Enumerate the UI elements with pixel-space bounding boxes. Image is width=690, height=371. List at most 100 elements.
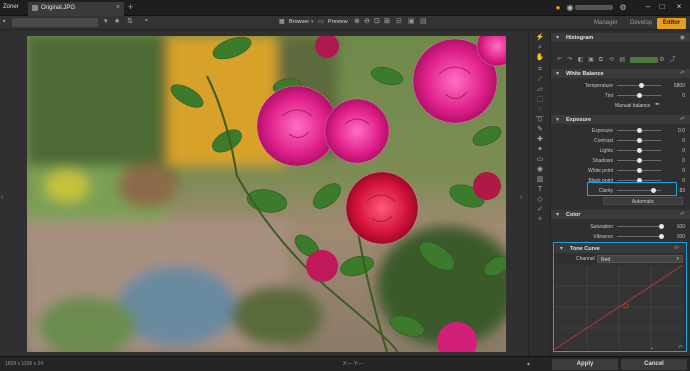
apply-button[interactable]: Apply [552,359,618,370]
reset-icon[interactable]: ⟲ [609,56,618,63]
slider-lights[interactable]: Lights 0 [551,146,690,155]
automatic-button[interactable]: Automatic [603,197,683,205]
curve-reset-icon[interactable]: ↶ [678,344,683,351]
browser-button[interactable]: Browser [289,19,309,25]
preset-icon[interactable]: ▤ [619,56,628,63]
copy-icon[interactable]: ⧉ [599,57,608,64]
split-view-icon[interactable]: ▤ [420,17,427,25]
slider-tint[interactable]: Tint 0 [551,91,690,100]
photo-preview[interactable] [27,36,506,352]
right-panel-toggle-icon[interactable]: › [520,194,522,201]
cancel-button[interactable]: Cancel [621,359,687,370]
chevron-down-icon[interactable]: ▾ [311,19,314,25]
healing-icon[interactable]: ✦ [535,146,545,154]
channel-select[interactable]: Red ▾ [597,255,683,263]
slider-contrast[interactable]: Contrast 0 [551,136,690,145]
selection-icon[interactable]: ⬚ [535,96,545,104]
reset-section-icon[interactable]: ↶ [680,116,685,123]
curve-input-marker[interactable]: ▪ [651,346,653,352]
left-panel-toggle-icon[interactable]: ‹ [1,194,3,201]
slider-thumb[interactable] [636,127,642,133]
new-folder-icon[interactable]: ▪ [145,17,147,24]
filter-icon[interactable]: ▾ [104,17,108,25]
eyedropper-icon[interactable]: ✓ [535,206,545,214]
slider-shadows[interactable]: Shadows 0 [551,156,690,165]
new-tab-icon[interactable]: + [128,2,133,12]
redo-icon[interactable]: ↷ [567,56,576,63]
slider-thumb[interactable] [636,147,642,153]
close-window-icon[interactable]: × [674,2,684,11]
color-header[interactable]: ▾ Color ↶ [551,210,690,219]
lasso-icon[interactable]: ➰ [535,116,545,124]
slider-temperature[interactable]: Temperature 5800 [551,81,690,90]
maximize-icon[interactable]: □ [657,2,667,11]
slider-value[interactable]: 0 [663,93,685,99]
slider-value[interactable]: 0 [663,158,685,164]
slider-thumb[interactable] [636,167,642,173]
reset-section-icon[interactable]: ↶ [680,211,685,218]
histogram-header[interactable]: ▾ Histogram ◉ [551,33,690,42]
tone-curve-graph[interactable] [554,264,684,350]
close-tab-icon[interactable]: × [116,4,120,11]
brush-icon[interactable]: ✎ [535,126,545,134]
presets-toggle[interactable] [629,57,658,63]
zoom-fit-icon[interactable]: ⊡ [374,17,380,25]
zoom-tool-icon[interactable]: ⌕ [535,44,545,52]
tone-curve-svg[interactable] [554,264,684,350]
straighten-icon[interactable]: ⟋ [535,76,545,84]
slider-saturation[interactable]: Saturation 100 [551,222,690,231]
scroll-up-icon[interactable]: ▴ [527,360,530,367]
settings-icon[interactable]: ⚙ [618,3,628,13]
slider-value[interactable]: 100 [663,224,685,230]
slider-value[interactable]: 0 [663,148,685,154]
reset-section-icon[interactable]: ↶ [674,245,679,252]
histogram-options-icon[interactable]: ◉ [680,34,685,41]
perspective-icon[interactable]: ▱ [535,86,545,94]
slider-exposure[interactable]: Exposure 0.0 [551,126,690,135]
undo-icon[interactable]: ↶ [557,56,566,63]
account-name[interactable] [575,5,613,10]
reset-section-icon[interactable]: ↶ [680,70,685,77]
gradient-icon[interactable]: ▥ [535,176,545,184]
slider-track[interactable] [617,236,661,237]
preview-button[interactable]: Preview [328,19,348,25]
mode-editor[interactable]: Editor [657,18,686,29]
ellipse-selection-icon[interactable]: ◌ [535,106,545,114]
lock-icon[interactable]: ⊟ [396,17,402,25]
slider-value[interactable]: 100 [663,234,685,240]
zoom-in-icon[interactable]: ⊕ [354,17,360,25]
slider-thumb[interactable] [636,92,642,98]
hand-tool-icon[interactable]: ✋ [535,54,545,62]
tone-curve-header[interactable]: ▾ Tone Curve ↶ [555,244,685,253]
exposure-header[interactable]: ▾ Exposure ↶ [551,115,690,124]
eyedropper-icon[interactable]: ✒ [655,101,660,108]
manual-balance-label[interactable]: Manual balance [615,103,650,109]
image-icon[interactable]: ▣ [588,56,597,63]
folder-icon[interactable]: ▪ [3,18,5,25]
mode-develop[interactable]: Develop [626,18,656,29]
compare-icon[interactable]: ▣ [408,17,415,25]
quick-fix-icon[interactable]: ⚡ [535,34,545,42]
mode-manager[interactable]: Manager [590,18,622,29]
slider-value[interactable]: 0.0 [663,128,685,134]
clone-stamp-icon[interactable]: ✚ [535,136,545,144]
text-tool-icon[interactable]: T [535,186,545,194]
share-icon[interactable]: ⤴ [670,54,679,63]
slider-thumb[interactable] [638,82,644,88]
before-after-icon[interactable]: ◧ [578,56,587,63]
magic-wand-icon[interactable]: ✧ [535,216,545,224]
tab-original[interactable]: Original.JPG × [28,2,124,16]
slider-thumb[interactable] [636,157,642,163]
white-balance-header[interactable]: ▾ White Balance ↶ [551,69,690,78]
slider-value[interactable]: 0 [663,138,685,144]
slider-white-point[interactable]: White point 0 [551,166,690,175]
star-icon[interactable]: ★ [114,17,120,25]
settings-small-icon[interactable]: ⚙ [659,56,668,63]
slider-value[interactable]: 5800 [663,83,685,89]
slider-thumb[interactable] [636,137,642,143]
slider-vibrance[interactable]: Vibrance 100 [551,232,690,241]
slider-value[interactable]: 0 [663,168,685,174]
zoom-out-icon[interactable]: ⊖ [364,17,370,25]
zoom-100-icon[interactable]: ⊞ [384,17,390,25]
user-icon[interactable]: ◉ [565,3,575,13]
